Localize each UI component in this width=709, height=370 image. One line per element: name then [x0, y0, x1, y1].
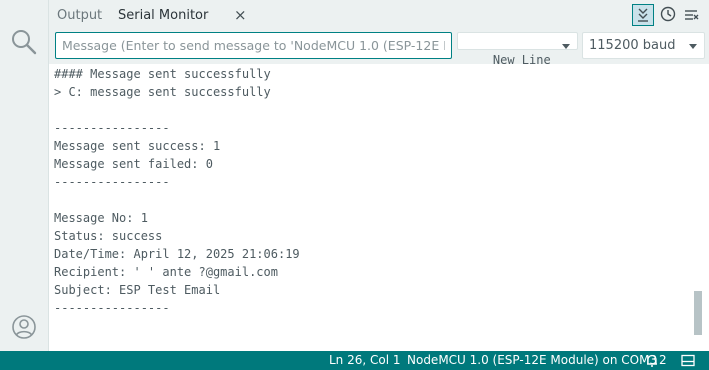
- output-line: Message No: 1: [54, 211, 148, 225]
- status-bar: Ln 26, Col 1 NodeMCU 1.0 (ESP-12E Module…: [0, 351, 709, 370]
- output-line: ----------------: [54, 301, 170, 315]
- baud-rate-value: 115200 baud: [589, 38, 676, 53]
- chevron-down-icon: [689, 44, 697, 49]
- activity-bar: [0, 0, 49, 351]
- serial-output[interactable]: #### Message sent successfully > C: mess…: [49, 64, 701, 351]
- panel-tab-bar: Output Serial Monitor ×: [49, 0, 709, 30]
- output-line: Message sent failed: 0: [54, 157, 213, 171]
- output-line: Subject: ESP Test Email: [54, 283, 221, 297]
- notification-bell-icon[interactable]: [646, 351, 658, 370]
- line-ending-select[interactable]: New Line: [457, 32, 578, 67]
- board-port-status[interactable]: NodeMCU 1.0 (ESP-12E Module) on COM3: [407, 351, 657, 370]
- output-line: ----------------: [54, 175, 170, 189]
- output-line: Recipient: ' ' ante ?@gmail.com: [54, 265, 278, 279]
- message-input[interactable]: [55, 32, 452, 59]
- tab-serial-monitor[interactable]: Serial Monitor: [118, 0, 208, 30]
- clear-lines-icon: [685, 10, 699, 20]
- toggle-autoscroll-button[interactable]: [632, 4, 654, 26]
- double-chevron-down-icon: [638, 8, 648, 22]
- search-icon[interactable]: [10, 28, 38, 56]
- baud-rate-select[interactable]: 115200 baud: [582, 32, 705, 59]
- output-line: Date/Time: April 12, 2025 21:06:19: [54, 247, 300, 261]
- output-scrollbar-thumb[interactable]: [694, 291, 702, 335]
- output-line: ----------------: [54, 121, 170, 135]
- account-icon[interactable]: [10, 313, 38, 341]
- output-line: Message sent success: 1: [54, 139, 221, 153]
- output-line: Status: success: [54, 229, 163, 243]
- cursor-position[interactable]: Ln 26, Col 1: [329, 351, 401, 370]
- toggle-panel-icon[interactable]: [681, 351, 695, 370]
- clock-icon: [660, 6, 676, 22]
- output-line: #### Message sent successfully: [54, 67, 271, 81]
- tab-output[interactable]: Output: [57, 0, 102, 30]
- toggle-timestamp-button[interactable]: [657, 4, 679, 26]
- serial-toolbar: New Line 115200 baud: [49, 30, 709, 67]
- close-tab-icon[interactable]: ×: [234, 8, 247, 23]
- notification-count: 2: [659, 353, 667, 367]
- clear-output-button[interactable]: [681, 4, 703, 26]
- output-line: > C: message sent successfully: [54, 85, 271, 99]
- chevron-down-icon: [562, 44, 570, 49]
